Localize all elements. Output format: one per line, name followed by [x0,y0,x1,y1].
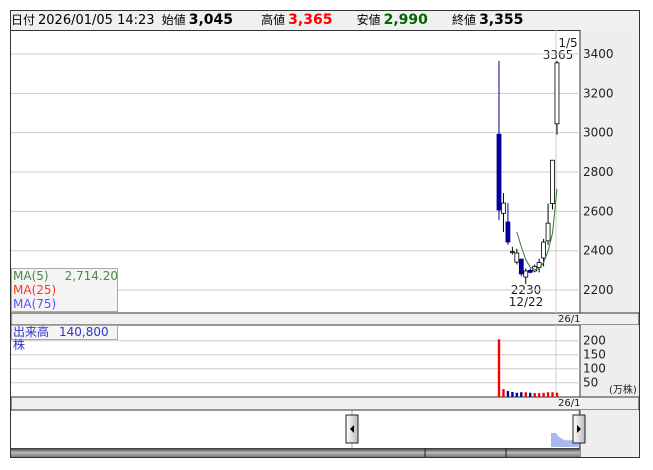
date-tick: 26/1 [558,314,580,325]
candle [509,251,515,254]
volume-tick: 200 [583,334,606,348]
volume-label: 出来高 [13,325,50,339]
high-value-label: 3365 [543,48,574,62]
candle [527,269,533,273]
candle [496,133,502,211]
volume-bar [546,392,550,397]
candle [554,62,560,125]
ma25-label: MA(25) [13,283,57,297]
candle [545,222,551,242]
navigator-side [580,410,639,457]
date-strip [10,312,640,326]
volume-bar [524,392,527,397]
ma5-label: MA(5) [13,269,49,283]
candle [505,221,511,243]
ma5-value: 2,714.20 [64,269,118,283]
candle [514,252,520,263]
price-tick: 3400 [583,47,614,61]
candle [501,202,506,214]
price-tick: 2600 [583,204,614,218]
ma-legend: MA(5) 2,714.20 MA(25) MA(75) [11,268,118,312]
volume-unit: (万株) [609,383,637,396]
candle [550,159,555,204]
volume-bar [542,392,545,397]
low-date-label: 12/22 [509,295,544,309]
volume-bar [497,339,501,397]
navigator-left-handle[interactable] [345,414,359,444]
price-tick: 2400 [583,244,614,258]
volume-bar [555,392,559,397]
stock-chart[interactable]: 26/1 26/1 (万株) 1/5 3365 2230 12/22 22002… [0,0,653,470]
price-tick: 3200 [583,86,614,100]
volume-bar [529,392,532,397]
candle [518,258,524,275]
date-tick-2: 26/1 [558,398,580,409]
price-tick: 2800 [583,165,614,179]
volume-tick: 50 [583,376,598,390]
volume-bar [515,392,519,397]
volume-tick: 150 [583,348,606,362]
volume-bar [506,391,510,397]
candle [523,270,529,278]
price-tick: 3000 [583,126,614,140]
ma75-label: MA(75) [13,297,57,311]
candle [541,241,546,259]
navigator-right-handle[interactable] [572,414,586,444]
volume-bar [511,391,514,397]
scrollbar[interactable] [11,448,580,457]
volume-tick: 100 [583,362,606,376]
volume-bar [551,392,554,397]
volume-bar [537,393,541,397]
price-tick: 2200 [583,283,614,297]
volume-bar [520,392,523,397]
date-strip-2 [10,396,640,411]
volume-bar [533,393,536,397]
volume-legend: 出来高 140,800株 [11,325,118,352]
volume-bar [502,389,505,397]
